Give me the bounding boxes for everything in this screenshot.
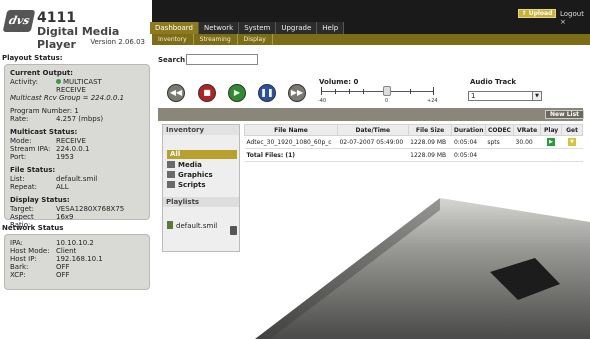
col-codec[interactable]: CODEC (484, 124, 515, 136)
tab-dashboard[interactable]: Dashboard (150, 22, 199, 34)
subtab-display[interactable]: Display (238, 34, 273, 45)
tab-help[interactable]: Help (317, 22, 345, 34)
table-row[interactable]: Adtec_30_1920_1080_60p_c 02-07-2007 05:4… (244, 135, 583, 149)
forward-icon: ▶▶ (290, 88, 304, 97)
toolbar-bar (158, 108, 583, 121)
pause-icon: ❚❚ (260, 88, 274, 97)
model-number: 4111 (37, 10, 76, 26)
upload-button[interactable]: ⇑ Upload (518, 9, 556, 18)
scripts-icon (167, 181, 175, 188)
col-file-name[interactable]: File Name (244, 124, 338, 136)
multicast-group: Multicast Rcv Group = 224.0.0.1 (10, 94, 125, 102)
left-column: dvs 4111 Digital Media Player Version 2.… (0, 0, 152, 339)
network-status-title: Network Status (2, 224, 64, 232)
display-heading: Display Status: (10, 196, 70, 204)
col-get: Get (561, 124, 583, 136)
col-play: Play (540, 124, 563, 136)
play-button[interactable]: ▶ (228, 84, 246, 102)
row-get-button[interactable]: ▼ (568, 138, 577, 146)
col-date-time[interactable]: Date/Time (336, 124, 409, 136)
playout-status-panel: Current Output: Activity: MULTICAST RECEI… (4, 64, 150, 229)
audio-track-label: Audio Track (470, 78, 517, 86)
main-tabs: Dashboard Network System Upgrade Help (150, 22, 345, 34)
inventory-scripts[interactable]: Scripts (167, 181, 206, 189)
playlist-icon (167, 221, 173, 229)
volume-knob[interactable] (383, 86, 391, 96)
search-input[interactable] (186, 54, 258, 65)
graphics-icon (167, 171, 175, 178)
file-table: File Name Date/Time File Size Duration C… (244, 124, 583, 162)
chevron-down-icon: ▼ (532, 92, 541, 100)
pause-button[interactable]: ❚❚ (258, 84, 276, 102)
stop-icon: ■ (203, 88, 211, 97)
playlist-item[interactable]: default.smil (167, 221, 217, 230)
play-icon: ▶ (233, 88, 241, 97)
trash-icon[interactable] (230, 226, 237, 235)
new-list-button[interactable]: New List (545, 110, 585, 119)
inventory-graphics[interactable]: Graphics (167, 171, 213, 179)
playlists-title: Playlists (163, 197, 239, 207)
version-text: Version 2.06.03 (90, 38, 145, 46)
volume-mid-label: 0 (385, 98, 389, 104)
brand-logo: dvs 4111 Digital Media Player Version 2.… (2, 4, 151, 51)
search-label: Search (158, 56, 186, 64)
stop-button[interactable]: ■ (198, 84, 216, 102)
tab-upgrade[interactable]: Upgrade (276, 22, 318, 34)
subtab-streaming[interactable]: Streaming (194, 34, 238, 45)
inventory-all[interactable]: All (167, 150, 237, 159)
forward-button[interactable]: ▶▶ (288, 84, 306, 102)
volume-label: Volume: 0 (319, 78, 359, 86)
inventory-panel: Inventory All Media Graphics Scripts Pla… (162, 124, 240, 252)
tab-network[interactable]: Network (198, 22, 240, 34)
col-vrate[interactable]: VRate (513, 124, 542, 136)
sub-tabs: Inventory Streaming Display (152, 34, 590, 45)
logo-mark: dvs (2, 10, 36, 32)
col-file-size[interactable]: File Size (407, 124, 453, 136)
rewind-icon: ◀◀ (169, 88, 183, 97)
inventory-title: Inventory (163, 125, 239, 135)
playout-status-title: Playout Status: (2, 54, 63, 62)
multicast-heading: Multicast Status: (10, 128, 78, 136)
network-status-panel: IPA: 10.10.10.2 Host Mode: Client Host IP:… (4, 234, 150, 290)
col-duration[interactable]: Duration (451, 124, 486, 136)
current-output-heading: Current Output: (10, 69, 73, 77)
program-number: Program Number: 1 (10, 107, 79, 115)
rewind-button[interactable]: ◀◀ (167, 84, 185, 102)
table-total-row: Total Files: (1) 1228.09 MB 0:05:04 (244, 148, 583, 162)
inventory-media[interactable]: Media (167, 161, 202, 169)
file-heading: File Status: (10, 166, 56, 174)
volume-max-label: +24 (427, 98, 438, 104)
status-dot-icon (56, 79, 61, 84)
row-play-button[interactable]: ▶ (547, 138, 556, 146)
audio-track-select[interactable]: 1 ▼ (468, 91, 542, 101)
volume-min-label: -40 (318, 98, 327, 104)
tab-system[interactable]: System (239, 22, 277, 34)
volume-slider[interactable] (321, 91, 433, 92)
subtab-inventory[interactable]: Inventory (152, 34, 194, 45)
logout-link[interactable]: Logout × (560, 10, 590, 26)
media-icon (167, 161, 175, 168)
